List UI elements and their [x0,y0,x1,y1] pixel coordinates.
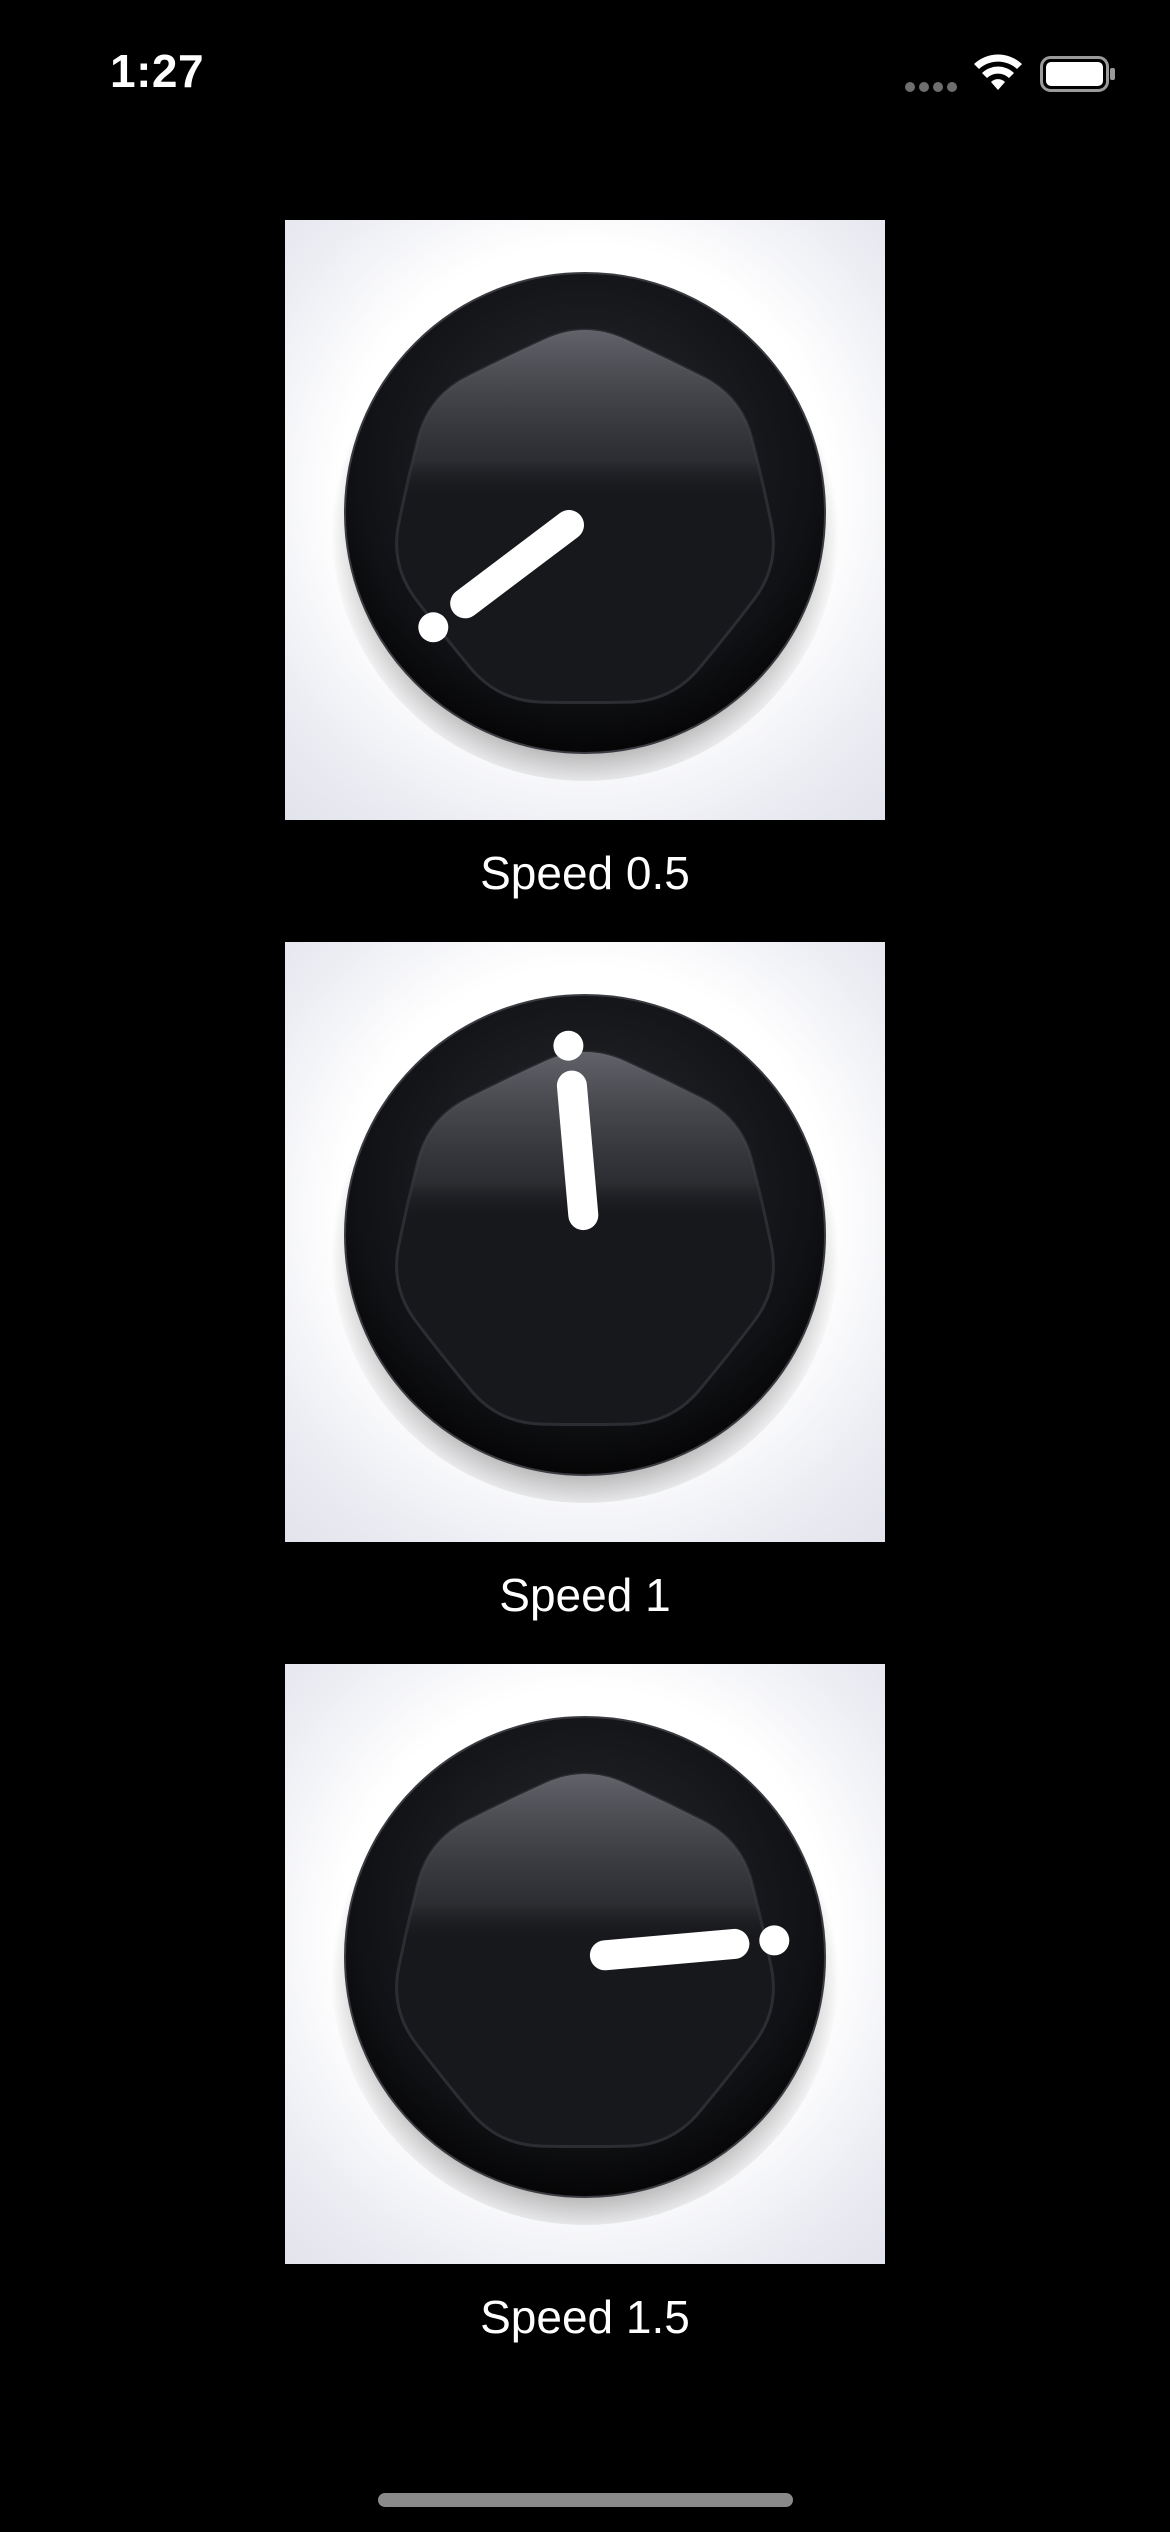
knob-indicator-dot [418,612,449,643]
knob-label: Speed 0.5 [480,847,690,899]
rotary-knob-icon [331,1716,839,2225]
knob-pointer [589,1928,750,1971]
rotary-knob-icon [331,994,839,1503]
home-indicator[interactable] [378,2493,793,2507]
knob-label: Speed 1.5 [480,2291,690,2343]
knob-pointer [556,1070,599,1231]
knob-speed-1[interactable] [285,942,885,1542]
knob-speed-1-5[interactable] [285,1664,885,2264]
knob-indicator-dot [553,1030,584,1061]
status-bar: 1:27 [0,0,1170,150]
battery-icon [1040,56,1115,92]
cellular-signal-icon [905,82,959,92]
knob-highlight [396,330,774,703]
knob-indicator-dot [759,1925,790,1956]
knob-speed-0-5[interactable] [285,220,885,820]
rotary-knob-icon [331,272,839,781]
wifi-icon [974,54,1022,90]
knob-label: Speed 1 [499,1569,671,1621]
status-time: 1:27 [110,45,205,97]
